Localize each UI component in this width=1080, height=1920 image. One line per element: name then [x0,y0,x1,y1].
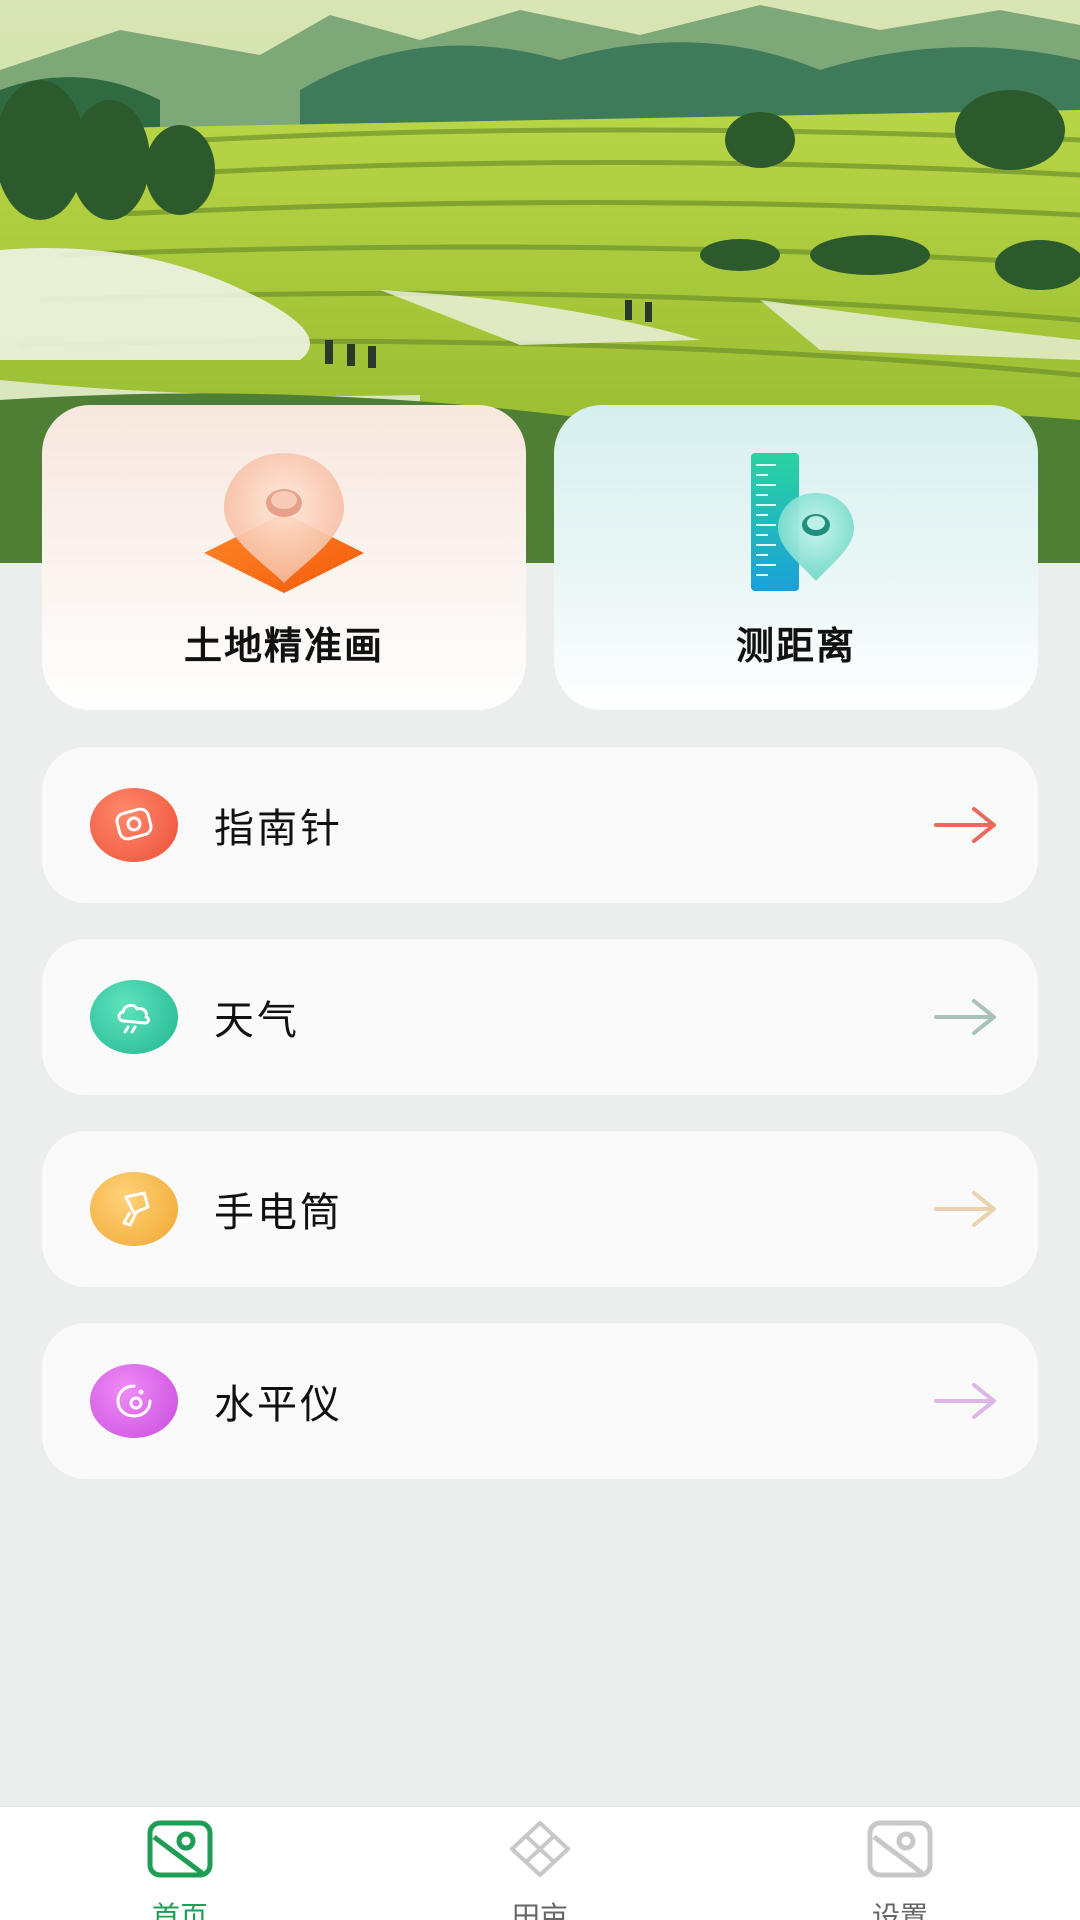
tool-row-flashlight[interactable]: 手电筒 [42,1131,1038,1287]
arrow-right-icon [934,999,996,1035]
nav-item-home[interactable]: 首页 [80,1807,280,1920]
tool-row-weather[interactable]: 天气 [42,939,1038,1095]
settings-icon [867,1820,933,1878]
measure-distance-card[interactable]: 测距离 [554,405,1038,710]
measure-distance-label: 测距离 [735,624,856,668]
nav-label-field: 田亩 [511,1900,568,1920]
ruler-pin-icon [706,443,886,603]
compass-icon [90,788,178,862]
nav-item-settings[interactable]: 设置 [800,1807,1000,1920]
screen: 土地精准画 测距离 指南针 天气 手电筒 水平仪 首页 田亩 设置 [0,0,1080,1920]
tool-row-level[interactable]: 水平仪 [42,1323,1038,1479]
nav-label-home: 首页 [151,1900,208,1920]
nav-item-field[interactable]: 田亩 [440,1807,640,1920]
arrow-right-icon [934,807,996,843]
arrow-right-icon [934,1191,996,1227]
weather-icon [90,980,178,1054]
land-pin-icon [194,443,374,603]
tool-row-compass[interactable]: 指南针 [42,747,1038,903]
tool-label: 天气 [214,998,300,1044]
land-draw-label: 土地精准画 [183,624,384,668]
tool-label: 指南针 [214,806,343,852]
tool-label: 手电筒 [214,1190,343,1236]
arrow-right-icon [934,1383,996,1419]
bottom-navigation: 首页 田亩 设置 [0,1806,1080,1920]
field-icon [510,1821,570,1877]
nav-label-settings: 设置 [871,1900,928,1920]
flashlight-icon [90,1172,178,1246]
level-icon [90,1364,178,1438]
land-draw-card[interactable]: 土地精准画 [42,405,526,710]
tool-label: 水平仪 [214,1382,343,1428]
home-icon [147,1820,213,1878]
